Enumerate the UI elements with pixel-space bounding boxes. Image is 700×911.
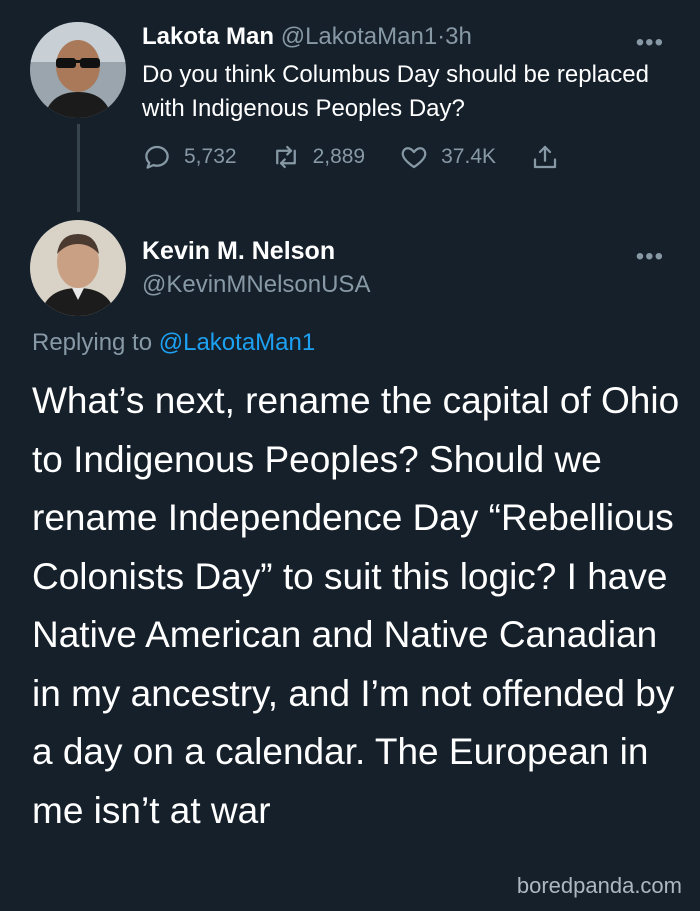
reply-button[interactable]: 5,732: [142, 142, 237, 172]
timestamp[interactable]: 3h: [445, 23, 472, 50]
like-count: 37.4K: [441, 145, 497, 168]
replying-to: Replying to @LakotaMan1: [32, 328, 315, 358]
tweet-text: Do you think Columbus Day should be repl…: [142, 61, 649, 122]
replying-to-label: Replying to: [32, 329, 153, 356]
more-options-icon[interactable]: •••: [636, 31, 664, 55]
heart-icon: [401, 147, 427, 169]
reply-count: 5,732: [184, 145, 237, 168]
retweet-icon: [275, 145, 296, 169]
share-button[interactable]: [530, 142, 572, 172]
reply-handle[interactable]: @KevinMNelsonUSA: [142, 270, 370, 300]
reply-tweet-text: What’s next, rename the capital of Ohio …: [32, 380, 680, 831]
reply-display-name[interactable]: Kevin M. Nelson: [142, 236, 335, 266]
thread-connector-line: [77, 124, 80, 212]
reply-icon: [145, 145, 169, 169]
display-name[interactable]: Lakota Man: [142, 23, 274, 50]
separator: ·: [437, 23, 446, 50]
like-button[interactable]: 37.4K: [399, 142, 496, 172]
share-icon: [533, 145, 557, 169]
handle[interactable]: @LakotaMan1: [281, 23, 437, 50]
reply-more-options-icon[interactable]: •••: [636, 245, 664, 269]
replying-to-link[interactable]: @LakotaMan1: [159, 329, 315, 356]
avatar-lakota-man[interactable]: [30, 22, 126, 118]
tweet-header: Lakota Man @LakotaMan1·3h: [142, 22, 472, 52]
retweet-button[interactable]: 2,889: [271, 142, 366, 172]
retweet-count: 2,889: [312, 145, 366, 168]
tweet-actions: 5,732 2,889 37.4K: [142, 140, 606, 174]
watermark: boredpanda.com: [516, 873, 682, 898]
original-tweet[interactable]: Lakota Man @LakotaMan1·3h ••• Do you thi…: [0, 0, 700, 215]
avatar-kevin-nelson[interactable]: [30, 220, 126, 316]
